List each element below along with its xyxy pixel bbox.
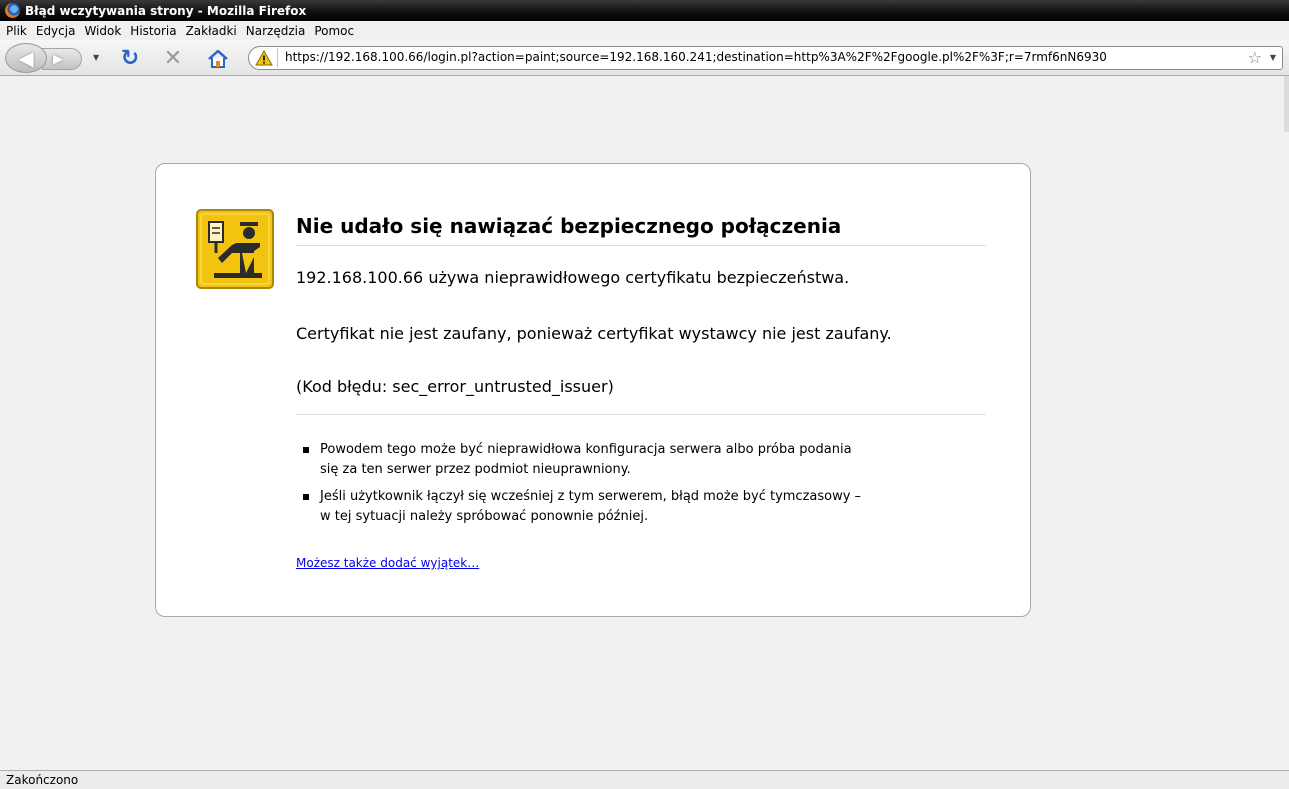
menu-bar: Plik Edycja Widok Historia Zakładki Narz…: [0, 21, 1289, 40]
forward-button[interactable]: ▶: [42, 48, 82, 70]
status-bar: Zakończono: [0, 770, 1289, 789]
url-text[interactable]: https://192.168.100.66/login.pl?action=p…: [285, 50, 1107, 64]
error-code: (Kod błędu: sec_error_untrusted_issuer): [296, 377, 614, 396]
error-reason: Certyfikat nie jest zaufany, ponieważ ce…: [296, 324, 892, 343]
error-box: Nie udało się nawiązać bezpiecznego połą…: [155, 163, 1031, 617]
home-button[interactable]: [206, 47, 230, 71]
list-item-line: Powodem tego może być nieprawidłowa konf…: [320, 442, 852, 457]
list-item: Powodem tego może być nieprawidłowa konf…: [296, 440, 960, 480]
site-identity-button[interactable]: [251, 48, 278, 68]
forward-icon: ▶: [53, 51, 63, 67]
bullet-icon: [303, 494, 309, 500]
list-item: Jeśli użytkownik łączył się wcześniej z …: [296, 487, 960, 527]
bookmark-star-icon[interactable]: ☆: [1248, 48, 1262, 67]
reload-button[interactable]: ↻: [118, 47, 142, 71]
title-bar: Błąd wczytywania strony - Mozilla Firefo…: [0, 0, 1289, 21]
list-item-line: Jeśli użytkownik łączył się wcześniej z …: [320, 489, 862, 504]
error-explanation-list: Powodem tego może być nieprawidłowa konf…: [296, 440, 986, 534]
menu-view[interactable]: Widok: [84, 24, 121, 38]
url-dropdown-icon[interactable]: ▼: [1270, 53, 1276, 62]
certificate-error-icon: [196, 209, 274, 289]
history-dropdown-icon[interactable]: ▼: [93, 53, 99, 62]
stop-icon: ✕: [163, 46, 183, 71]
error-description: 192.168.100.66 używa nieprawidłowego cer…: [296, 268, 850, 287]
bullet-icon: [303, 447, 309, 453]
menu-bookmarks[interactable]: Zakładki: [186, 24, 237, 38]
list-item-line: w tej sytuacji należy spróbować ponownie…: [320, 509, 649, 524]
scrollbar[interactable]: [1284, 76, 1289, 132]
menu-edit[interactable]: Edycja: [36, 24, 76, 38]
error-title: Nie udało się nawiązać bezpiecznego połą…: [296, 214, 986, 246]
firefox-icon: [5, 3, 20, 18]
url-bar[interactable]: https://192.168.100.66/login.pl?action=p…: [248, 46, 1283, 70]
status-text: Zakończono: [6, 773, 79, 787]
list-item-line: się za ten serwer przez podmiot nieupraw…: [320, 462, 631, 477]
menu-tools[interactable]: Narzędzia: [246, 24, 306, 38]
reload-icon: ↻: [120, 46, 140, 71]
stop-button[interactable]: ✕: [161, 47, 185, 71]
divider: [296, 414, 986, 415]
window-title: Błąd wczytywania strony - Mozilla Firefo…: [25, 3, 307, 18]
warning-icon: [255, 50, 273, 66]
page-content: Nie udało się nawiązać bezpiecznego połą…: [0, 76, 1289, 770]
back-button[interactable]: ◀: [5, 43, 47, 73]
back-icon: ◀: [18, 46, 34, 70]
menu-help[interactable]: Pomoc: [314, 24, 354, 38]
home-icon: [208, 49, 228, 68]
navigation-toolbar: ▶ ◀ ▼ ↻ ✕ https://192.168.100.66/login.p…: [0, 40, 1289, 76]
add-exception-link[interactable]: Możesz także dodać wyjątek…: [296, 556, 479, 570]
menu-file[interactable]: Plik: [6, 24, 27, 38]
menu-history[interactable]: Historia: [130, 24, 176, 38]
